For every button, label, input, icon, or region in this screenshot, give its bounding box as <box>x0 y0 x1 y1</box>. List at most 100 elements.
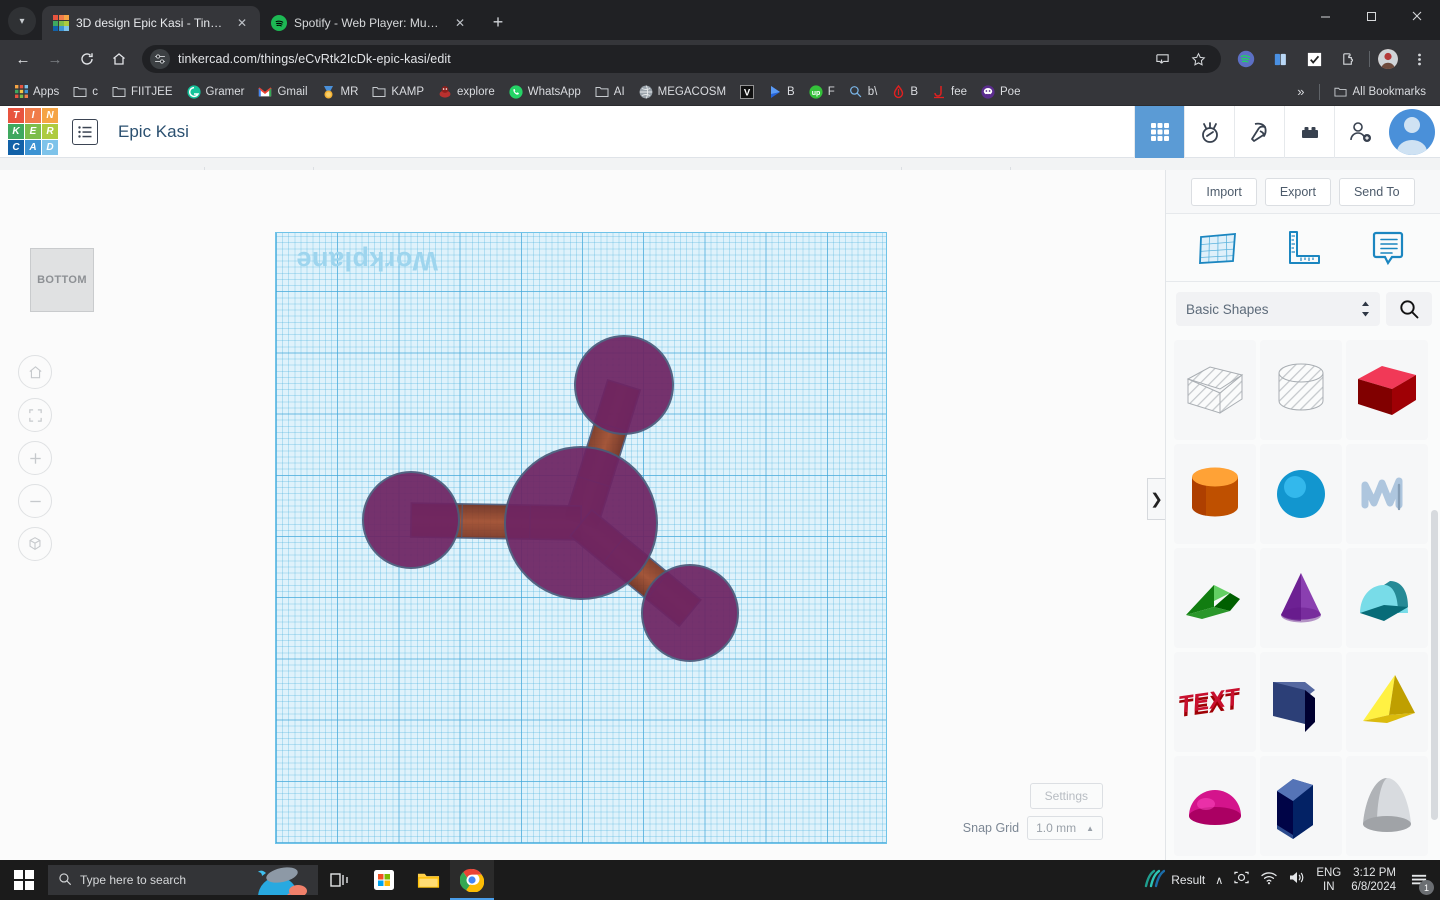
shape-sphere-blue[interactable] <box>1260 444 1342 544</box>
invite-person-icon[interactable] <box>1334 106 1384 158</box>
snap-grid-select[interactable]: 1.0 mm ▲ <box>1027 816 1103 840</box>
site-settings-icon[interactable] <box>150 49 170 69</box>
chrome-icon[interactable] <box>450 860 494 900</box>
bookmark-whatsapp[interactable]: WhatsApp <box>503 82 587 102</box>
microsoft-store-icon[interactable] <box>362 860 406 900</box>
shape-text-red[interactable]: TEXT TEXT <box>1174 652 1256 752</box>
windows-start-icon[interactable] <box>0 860 48 900</box>
bookmark-c[interactable]: c <box>67 82 104 102</box>
spotify-ext-icon[interactable] <box>1233 46 1259 72</box>
collapse-panel-button[interactable]: ❯ <box>1147 478 1165 520</box>
bookmark-kamp[interactable]: KAMP <box>366 82 430 102</box>
onedrive-icon[interactable] <box>1233 870 1250 890</box>
new-tab-button[interactable]: + <box>484 8 512 36</box>
bookmark-poe[interactable]: Poe <box>975 82 1026 102</box>
shape-halfsphere-magenta[interactable] <box>1174 756 1256 856</box>
bookmark-megacosm[interactable]: MEGACOSM <box>633 82 732 102</box>
shape-box-red[interactable] <box>1346 340 1428 440</box>
shape-scribble[interactable] <box>1346 444 1428 544</box>
shape-category-select[interactable]: Basic Shapes <box>1176 292 1380 326</box>
search-shapes-button[interactable] <box>1386 292 1432 326</box>
close-icon[interactable]: ✕ <box>451 14 469 32</box>
bookmarks-overflow-button[interactable]: » <box>1291 84 1310 99</box>
tray-clock[interactable]: 3:12 PM 6/8/2024 <box>1351 866 1396 894</box>
3d-canvas[interactable]: BOTTOM Workplane Settings Snap Grid 1.0 … <box>0 170 1165 860</box>
shape-pyramid-yellow[interactable] <box>1346 652 1428 752</box>
workplane-grid[interactable]: Workplane <box>275 232 887 844</box>
molecule-model[interactable] <box>276 233 888 845</box>
shapes-scrollbar[interactable] <box>1431 510 1438 820</box>
import-button[interactable]: Import <box>1191 177 1257 206</box>
tray-widget[interactable]: Result <box>1143 869 1205 892</box>
note-tool-icon[interactable] <box>1365 225 1411 271</box>
install-icon[interactable] <box>1149 46 1175 72</box>
bookmark-gramer[interactable]: Gramer <box>181 82 251 102</box>
browser-tab-tinkercad[interactable]: 3D design Epic Kasi - Tinkercad ✕ <box>42 6 260 40</box>
file-explorer-icon[interactable] <box>406 860 450 900</box>
zoom-out-icon[interactable] <box>18 484 52 518</box>
bookmark-mr[interactable]: MR <box>316 82 365 102</box>
circuits-icon[interactable] <box>1184 106 1234 158</box>
ruler-tool-icon[interactable] <box>1280 225 1326 271</box>
lego-brick-icon[interactable] <box>1284 106 1334 158</box>
home-view-icon[interactable] <box>18 355 52 389</box>
checkmark-ext-icon[interactable] <box>1301 46 1327 72</box>
reading-list-icon[interactable] <box>1267 46 1293 72</box>
shape-polygon-blue[interactable] <box>1260 652 1342 752</box>
shape-cylinder-orange[interactable] <box>1174 444 1256 544</box>
bookmark-apps[interactable]: Apps <box>8 82 65 102</box>
tab-search-button[interactable]: ▾ <box>8 7 36 35</box>
minimize-button[interactable] <box>1302 0 1348 32</box>
shape-hexprism-blue[interactable] <box>1260 756 1342 856</box>
address-bar[interactable]: tinkercad.com/things/eCvRtk2IcDk-epic-ka… <box>142 45 1221 73</box>
shape-cylinder-hole[interactable] <box>1260 340 1342 440</box>
tray-language[interactable]: ENG IN <box>1316 866 1341 894</box>
close-icon[interactable]: ✕ <box>233 14 251 32</box>
taskbar-search[interactable]: Type here to search <box>48 865 318 895</box>
minecraft-pickaxe-icon[interactable] <box>1234 106 1284 158</box>
wifi-icon[interactable] <box>1260 870 1278 890</box>
view-cube[interactable]: BOTTOM <box>30 248 94 312</box>
all-bookmarks-button[interactable]: All Bookmarks <box>1328 82 1433 102</box>
maximize-button[interactable] <box>1348 0 1394 32</box>
back-icon[interactable]: ← <box>8 44 38 74</box>
close-window-button[interactable] <box>1394 0 1440 32</box>
ortho-perspective-icon[interactable] <box>18 527 52 561</box>
send-to-button[interactable]: Send To <box>1338 177 1415 206</box>
bookmark-b-[interactable]: b\ <box>843 82 884 102</box>
browser-tab-spotify[interactable]: Spotify - Web Player: Music for ✕ <box>260 6 478 40</box>
workplane-tool-icon[interactable] <box>1195 225 1241 271</box>
profile-avatar[interactable] <box>1378 49 1398 69</box>
bookmark-f[interactable]: up F <box>803 82 841 102</box>
user-avatar[interactable] <box>1384 106 1440 158</box>
shape-wedge-green[interactable] <box>1174 548 1256 648</box>
export-button[interactable]: Export <box>1264 177 1331 206</box>
grid-shapes-icon[interactable] <box>1134 106 1184 158</box>
bookmark-fee[interactable]: fee <box>926 82 973 102</box>
task-view-icon[interactable] <box>318 860 362 900</box>
bookmark-explore[interactable]: explore <box>432 82 501 102</box>
tray-expand-chevron-icon[interactable]: ∧ <box>1215 874 1223 887</box>
reload-icon[interactable] <box>72 44 102 74</box>
fit-to-view-icon[interactable] <box>18 398 52 432</box>
puzzle-extensions-icon[interactable] <box>1335 46 1361 72</box>
forward-icon[interactable]: → <box>40 44 70 74</box>
page-title[interactable]: Epic Kasi <box>118 122 189 142</box>
shape-roof-teal[interactable] <box>1346 548 1428 648</box>
settings-button[interactable]: Settings <box>1029 783 1103 809</box>
shape-cone-purple[interactable] <box>1260 548 1342 648</box>
home-icon[interactable] <box>104 44 134 74</box>
volume-icon[interactable] <box>1288 870 1306 890</box>
bookmark-gmail[interactable]: Gmail <box>252 82 313 102</box>
shape-paraboloid-grey[interactable] <box>1346 756 1428 856</box>
tinkercad-logo[interactable]: TIN KER CAD <box>8 108 58 155</box>
three-dot-menu-icon[interactable] <box>1406 46 1432 72</box>
bookmark-fiitjee[interactable]: FIITJEE <box>106 82 179 102</box>
bookmark-item-11[interactable]: V <box>734 82 760 102</box>
zoom-in-icon[interactable] <box>18 441 52 475</box>
bookmark-ai[interactable]: AI <box>589 82 631 102</box>
shape-box-hole[interactable] <box>1174 340 1256 440</box>
bookmark-b[interactable]: B <box>885 82 924 102</box>
notification-center-button[interactable]: 1 <box>1406 867 1434 895</box>
project-menu-icon[interactable] <box>72 118 98 145</box>
